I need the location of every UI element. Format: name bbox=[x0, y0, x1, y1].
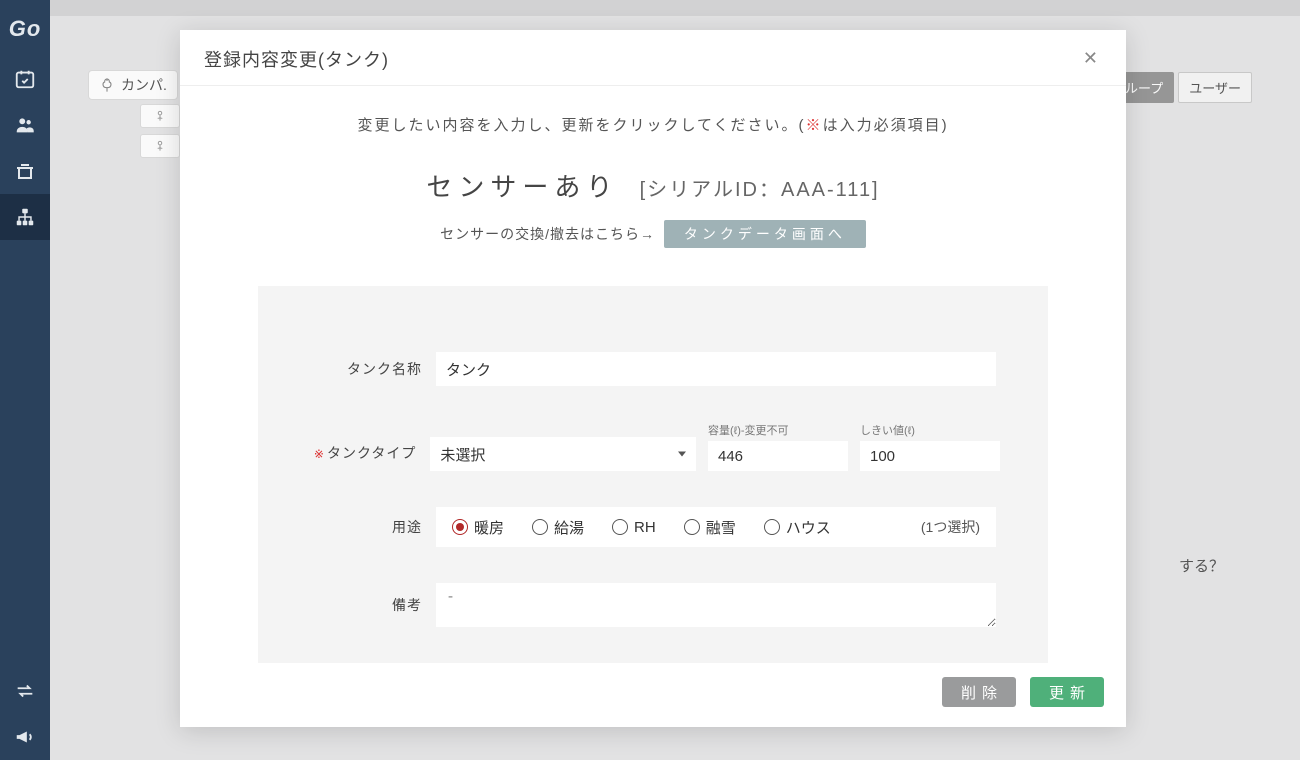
form-panel: タンク名称 ※タンクタイプ 未選択 容量(ℓ)-変更不可 しきい値(ℓ) bbox=[258, 286, 1048, 663]
exchange-text: センサーの交換/撤去はこちら→ bbox=[440, 226, 655, 242]
radio-label: 暖房 bbox=[474, 517, 504, 538]
radio-icon bbox=[452, 519, 468, 535]
label-usage: 用途 bbox=[306, 517, 436, 537]
delete-button[interactable]: 削除 bbox=[942, 677, 1016, 707]
modal-footer: 削除 更新 bbox=[180, 663, 1126, 727]
row-tank-type: ※タンクタイプ 未選択 容量(ℓ)-変更不可 しきい値(ℓ) bbox=[306, 422, 1000, 471]
label-remarks: 備考 bbox=[306, 595, 436, 615]
tank-data-link-button[interactable]: タンクデータ画面へ bbox=[664, 220, 866, 248]
sensor-status: センサーあり bbox=[426, 172, 618, 202]
radio-label: 融雪 bbox=[706, 517, 736, 538]
tank-name-input[interactable] bbox=[436, 352, 996, 386]
modal-title: 登録内容変更(タンク) bbox=[204, 46, 389, 72]
radio-hotwater[interactable]: 給湯 bbox=[532, 517, 584, 538]
threshold-input[interactable] bbox=[860, 441, 1000, 471]
capacity-column: 容量(ℓ)-変更不可 bbox=[708, 422, 848, 471]
radio-house[interactable]: ハウス bbox=[764, 517, 831, 538]
label-threshold: しきい値(ℓ) bbox=[860, 422, 1000, 438]
radio-icon bbox=[684, 519, 700, 535]
label-capacity: 容量(ℓ)-変更不可 bbox=[708, 422, 848, 438]
modal-header: 登録内容変更(タンク) ✕ bbox=[180, 30, 1126, 86]
instruction-post: は入力必須項目) bbox=[823, 117, 949, 134]
row-usage: 用途 暖房 給湯 RH 融雪 bbox=[306, 507, 1000, 547]
modal-edit-tank: 登録内容変更(タンク) ✕ 変更したい内容を入力し、更新をクリックしてください。… bbox=[180, 30, 1126, 727]
radio-rh[interactable]: RH bbox=[612, 519, 656, 536]
radio-heating[interactable]: 暖房 bbox=[452, 517, 504, 538]
label-tank-type: ※タンクタイプ bbox=[306, 443, 430, 471]
label-tank-name: タンク名称 bbox=[306, 359, 436, 379]
usage-hint: (1つ選択) bbox=[921, 517, 980, 537]
radio-icon bbox=[532, 519, 548, 535]
modal-body: 変更したい内容を入力し、更新をクリックしてください。(※は入力必須項目) センサ… bbox=[180, 86, 1126, 663]
radio-snowmelt[interactable]: 融雪 bbox=[684, 517, 736, 538]
threshold-column: しきい値(ℓ) bbox=[860, 422, 1000, 471]
update-button[interactable]: 更新 bbox=[1030, 677, 1104, 707]
usage-radio-group: 暖房 給湯 RH 融雪 bbox=[436, 507, 996, 547]
label-tank-type-text: タンクタイプ bbox=[327, 445, 416, 461]
row-remarks: 備考 - bbox=[306, 583, 1000, 627]
sensor-exchange-line: センサーの交換/撤去はこちら→ タンクデータ画面へ bbox=[240, 220, 1066, 248]
remarks-input[interactable]: - bbox=[436, 583, 996, 627]
required-mark-icon: ※ bbox=[806, 117, 823, 134]
radio-label: RH bbox=[634, 519, 656, 536]
tank-type-value: 未選択 bbox=[440, 444, 485, 465]
instruction-text: 変更したい内容を入力し、更新をクリックしてください。(※は入力必須項目) bbox=[240, 114, 1066, 135]
required-mark-icon: ※ bbox=[314, 447, 325, 461]
instruction-pre: 変更したい内容を入力し、更新をクリックしてください。( bbox=[357, 117, 805, 134]
sensor-status-line: センサーあり [シリアルID：AAA-111] bbox=[240, 167, 1066, 204]
radio-label: ハウス bbox=[786, 517, 831, 538]
tank-type-select[interactable]: 未選択 bbox=[430, 437, 696, 471]
radio-icon bbox=[764, 519, 780, 535]
radio-icon bbox=[612, 519, 628, 535]
serial-id: [シリアルID：AAA-111] bbox=[640, 179, 880, 201]
close-icon[interactable]: ✕ bbox=[1079, 44, 1102, 73]
capacity-input[interactable] bbox=[708, 441, 848, 471]
radio-label: 給湯 bbox=[554, 517, 584, 538]
row-tank-name: タンク名称 bbox=[306, 352, 1000, 386]
chevron-down-icon bbox=[678, 452, 686, 457]
